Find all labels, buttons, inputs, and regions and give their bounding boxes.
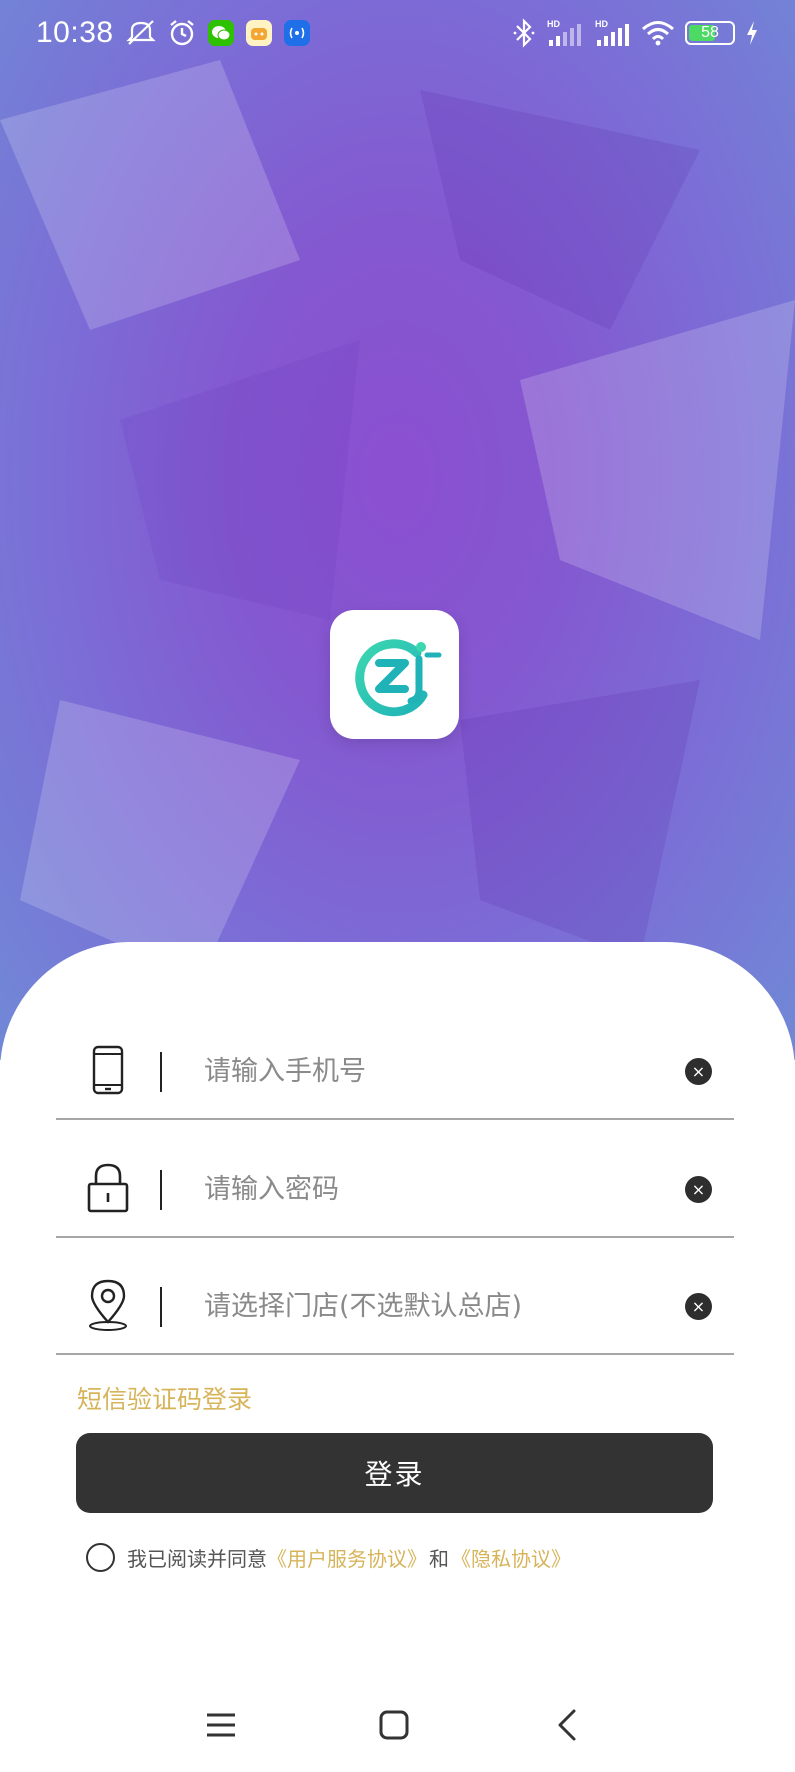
agreement-conjunction: 和 (429, 1547, 449, 1571)
phone-icon (82, 1042, 134, 1098)
login-button[interactable]: 登录 (76, 1433, 713, 1513)
agreement-row: 我已阅读并同意 《用户服务协议》 和 《隐私协议》 (86, 1543, 571, 1572)
wechat-icon (207, 20, 234, 46)
back-icon[interactable] (542, 1700, 592, 1750)
mute-icon (125, 19, 156, 47)
password-field: × (56, 1134, 734, 1238)
field-divider (160, 1287, 162, 1327)
background-facets (0, 60, 795, 980)
location-pin-icon (82, 1277, 134, 1333)
phone-input[interactable] (204, 1046, 624, 1096)
app-icon (245, 20, 272, 46)
lock-icon (82, 1160, 134, 1216)
battery-level: 58 (701, 24, 719, 41)
password-input[interactable] (204, 1164, 624, 1214)
clear-phone-button[interactable]: × (685, 1058, 712, 1085)
status-time: 10:38 (36, 16, 114, 49)
field-divider (160, 1170, 162, 1210)
svg-text:HD: HD (595, 19, 608, 29)
agreement-prefix: 我已阅读并同意 (127, 1547, 267, 1571)
app-logo (330, 610, 459, 739)
alarm-icon (168, 19, 196, 47)
status-bar: 10:38 HD HD 58 (0, 0, 795, 66)
signal-hd-icon: HD (593, 18, 631, 48)
clear-store-button[interactable]: × (685, 1293, 712, 1320)
field-divider (160, 1052, 162, 1092)
store-field: × (56, 1251, 734, 1355)
menu-icon[interactable] (196, 1700, 246, 1750)
header-background (0, 0, 795, 1060)
app-logo-icon (354, 638, 441, 716)
user-agreement-link[interactable]: 《用户服务协议》 (267, 1543, 427, 1572)
svg-text:HD: HD (547, 19, 560, 29)
sms-login-link[interactable]: 短信验证码登录 (77, 1380, 252, 1416)
clear-password-button[interactable]: × (685, 1176, 712, 1203)
agreement-checkbox[interactable] (86, 1543, 115, 1572)
store-select-input[interactable] (204, 1281, 624, 1331)
wifi-icon (641, 19, 675, 47)
signal-hd-icon: HD (545, 18, 583, 48)
battery-icon: 58 (685, 21, 735, 45)
privacy-agreement-link[interactable]: 《隐私协议》 (451, 1543, 571, 1572)
cast-icon (283, 20, 310, 46)
bluetooth-icon (513, 18, 535, 48)
phone-field: × (56, 1016, 734, 1120)
home-icon[interactable] (369, 1700, 419, 1750)
charging-icon (745, 20, 759, 46)
system-nav-bar (0, 1680, 795, 1772)
